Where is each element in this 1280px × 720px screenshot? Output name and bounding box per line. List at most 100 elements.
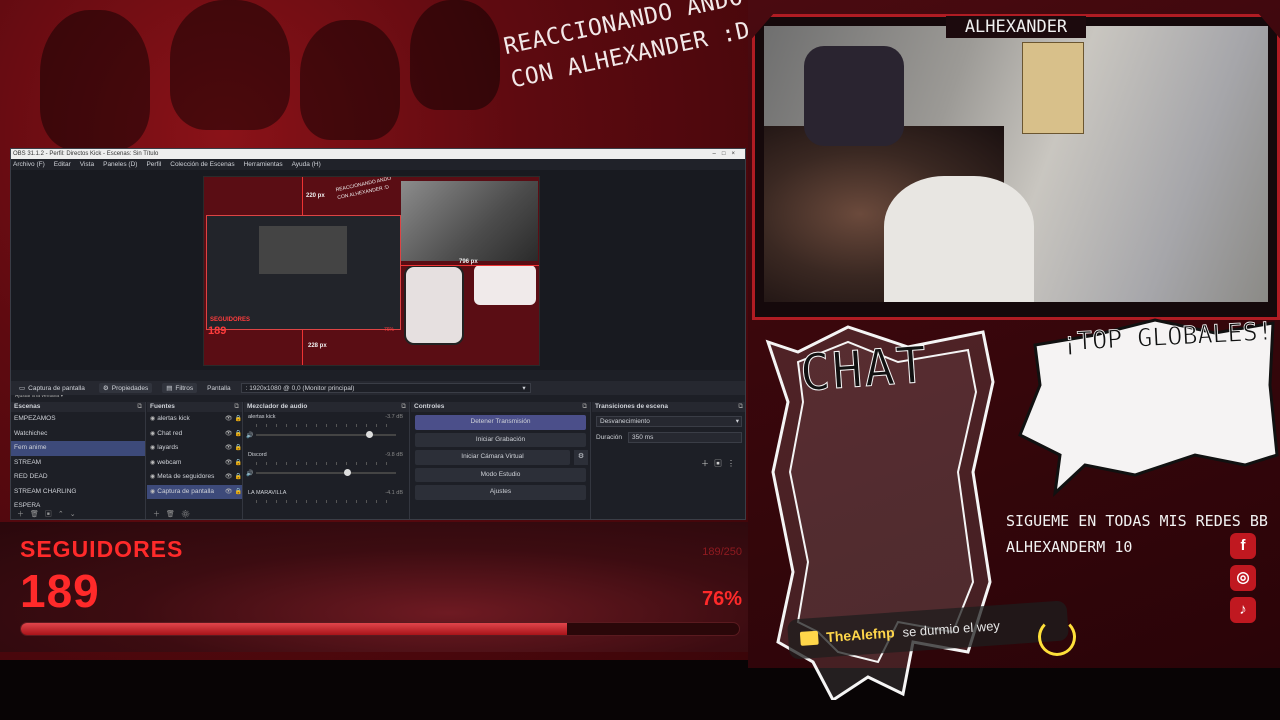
- transitions-dock: Transiciones de escena ⧉ Desvanecimiento …: [592, 402, 745, 519]
- popout-icon[interactable]: ⧉: [401, 402, 406, 412]
- properties-button[interactable]: ⚙ Propiedades: [98, 383, 153, 393]
- transition-tools[interactable]: ＋▣⋮: [701, 458, 740, 469]
- source-type-icon: ◉: [150, 474, 156, 480]
- filter-icon: ▤: [166, 385, 173, 392]
- preview-headline: REACCIONANDO ANDO CON ALHEXANDER :D: [335, 176, 392, 202]
- source-item-active[interactable]: ◉ Captura de pantalla 👁 🔒: [147, 484, 242, 500]
- volume-slider[interactable]: [256, 434, 396, 436]
- menu-paneles[interactable]: Paneles (D): [103, 159, 137, 170]
- scene-item[interactable]: Watchichec: [11, 427, 145, 442]
- filters-button[interactable]: ▤ Filtros: [162, 383, 198, 393]
- social-line-2: ALHEXANDERM 10: [1006, 538, 1133, 556]
- volume-knob[interactable]: [344, 469, 351, 476]
- menu-editar[interactable]: Editar: [54, 159, 71, 170]
- source-item[interactable]: ◉ webcam 👁 🔒: [147, 456, 242, 471]
- lock-icon[interactable]: 🔒: [235, 412, 242, 427]
- preview-followers-title: SEGUIDORES: [210, 317, 251, 323]
- settings-button[interactable]: Ajustes: [415, 485, 586, 500]
- eye-icon[interactable]: 👁: [225, 427, 233, 442]
- menu-ayuda[interactable]: Ayuda (H): [292, 159, 321, 170]
- shirt: [884, 176, 1034, 302]
- selected-source-label: ▭ Captura de pantalla: [19, 384, 85, 393]
- eye-icon[interactable]: 👁: [225, 485, 233, 500]
- volume-knob[interactable]: [366, 431, 373, 438]
- guide-line-top: [302, 177, 303, 215]
- source-tools[interactable]: ＋🗑⚙: [153, 509, 196, 519]
- menu-bar: Archivo (F) Editar Vista Paneles (D) Per…: [11, 159, 745, 170]
- scenes-header: Escenas ⧉: [11, 402, 145, 412]
- popout-icon[interactable]: ⧉: [582, 402, 587, 412]
- popout-icon[interactable]: ⧉: [234, 402, 239, 412]
- sources-dock: Fuentes ⧉ ◉ alertas kick 👁 🔒 ◉ Chat red 👁 🔒…: [147, 402, 243, 519]
- backpack: [804, 46, 904, 146]
- lock-icon[interactable]: 🔒: [235, 427, 242, 442]
- stream-preview[interactable]: REACCIONANDO ANDO CON ALHEXANDER :D SEGU…: [203, 176, 540, 366]
- display-select[interactable]: : 1920x1080 @ 0,0 (Monitor principal) ▾: [240, 383, 531, 393]
- social-line-1: SIGUEME EN TODAS MIS REDES BB: [1006, 512, 1268, 530]
- source-item[interactable]: ◉ layards 👁 🔒: [147, 441, 242, 456]
- channel-db: -3.7 dB: [385, 414, 403, 420]
- source-type-icon: ◉: [150, 416, 156, 422]
- eye-icon[interactable]: 👁: [225, 470, 233, 485]
- popout-icon[interactable]: ⧉: [137, 402, 142, 412]
- menu-coleccion[interactable]: Colección de Escenas: [170, 159, 234, 170]
- stop-stream-button[interactable]: Detener Transmisión: [415, 415, 586, 430]
- scene-tools[interactable]: ＋🗑▣⌃⌄: [17, 509, 82, 519]
- followers-goal-panel: SEGUIDORES 189 189/250 76%: [0, 522, 748, 652]
- scene-item[interactable]: STREAM: [11, 456, 145, 471]
- streamer-name: ALHEXANDER: [946, 16, 1086, 38]
- gear-icon[interactable]: ⚙: [574, 450, 588, 465]
- channel-db: -9.8 dB: [385, 452, 403, 458]
- preview-bottom-label: 228 px: [308, 343, 327, 349]
- lock-icon[interactable]: 🔒: [235, 456, 242, 471]
- preview-followers-count: 189: [208, 325, 227, 337]
- studio-mode-button[interactable]: Modo Estudio: [415, 467, 586, 482]
- display-label: Pantalla: [207, 384, 231, 392]
- volume-slider[interactable]: [256, 472, 396, 474]
- scene-item-active[interactable]: Fem anime: [11, 441, 145, 456]
- preview-followers-pct: 76%: [384, 327, 395, 333]
- menu-herramientas[interactable]: Herramientas: [244, 159, 283, 170]
- menu-perfil[interactable]: Perfil: [146, 159, 161, 170]
- popout-icon[interactable]: ⧉: [738, 402, 743, 412]
- gear-icon: ⚙: [102, 385, 109, 392]
- menu-vista[interactable]: Vista: [80, 159, 94, 170]
- instagram-icon: ◎: [1230, 565, 1256, 591]
- scene-item[interactable]: EMPEZAMOS: [11, 412, 145, 427]
- preview-nested-capture: [206, 215, 401, 330]
- webcam-feed: [764, 26, 1268, 302]
- audio-meter: [256, 424, 396, 427]
- source-item[interactable]: ◉ alertas kick 👁 🔒: [147, 412, 242, 427]
- source-item[interactable]: ◉ Meta de seguidores 👁 🔒: [147, 470, 242, 485]
- window-controls[interactable]: –□×: [713, 149, 741, 159]
- preview-width-label: 220 px: [306, 193, 325, 199]
- scene-item[interactable]: STREAM CHARLING: [11, 485, 145, 500]
- eye-icon[interactable]: 👁: [225, 412, 233, 427]
- lock-icon[interactable]: 🔒: [235, 441, 242, 456]
- lock-icon[interactable]: 🔒: [235, 485, 242, 500]
- virtual-camera-button[interactable]: Iniciar Cámara Virtual ⚙: [415, 450, 588, 465]
- source-item[interactable]: ◉ Chat red 👁 🔒: [147, 427, 242, 442]
- guide-line-right: [401, 265, 539, 266]
- transition-select[interactable]: Desvanecimiento ▾: [596, 416, 742, 427]
- audio-meter: [256, 500, 396, 503]
- eye-icon[interactable]: 👁: [225, 456, 233, 471]
- preview-top-box: [474, 265, 536, 305]
- scene-item[interactable]: RED DEAD: [11, 470, 145, 485]
- speaker-icon[interactable]: 🔊: [246, 432, 253, 439]
- lock-icon[interactable]: 🔒: [235, 470, 242, 485]
- followers-goal: 189/250: [702, 546, 742, 558]
- badge-icon: [799, 630, 819, 646]
- followers-progress-bar: [20, 622, 740, 636]
- source-type-icon: ◉: [150, 459, 156, 466]
- eye-icon[interactable]: 👁: [225, 441, 233, 456]
- speaker-icon[interactable]: 🔊: [246, 470, 253, 477]
- menu-archivo[interactable]: Archivo (F): [13, 159, 45, 170]
- preview-area: REACCIONANDO ANDO CON ALHEXANDER :D SEGU…: [11, 170, 745, 399]
- preview-webcam: [401, 181, 538, 261]
- window-title: OBS 31.1.2 - Perfil: Directos Kick - Esc…: [13, 151, 159, 157]
- start-recording-button[interactable]: Iniciar Grabación: [415, 432, 586, 447]
- duration-input[interactable]: 350 ms: [628, 432, 742, 443]
- overlay-headline: REACCIONANDO ANDO CON ALHEXANDER :D: [501, 0, 748, 94]
- obs-window: OBS 31.1.2 - Perfil: Directos Kick - Esc…: [10, 148, 746, 520]
